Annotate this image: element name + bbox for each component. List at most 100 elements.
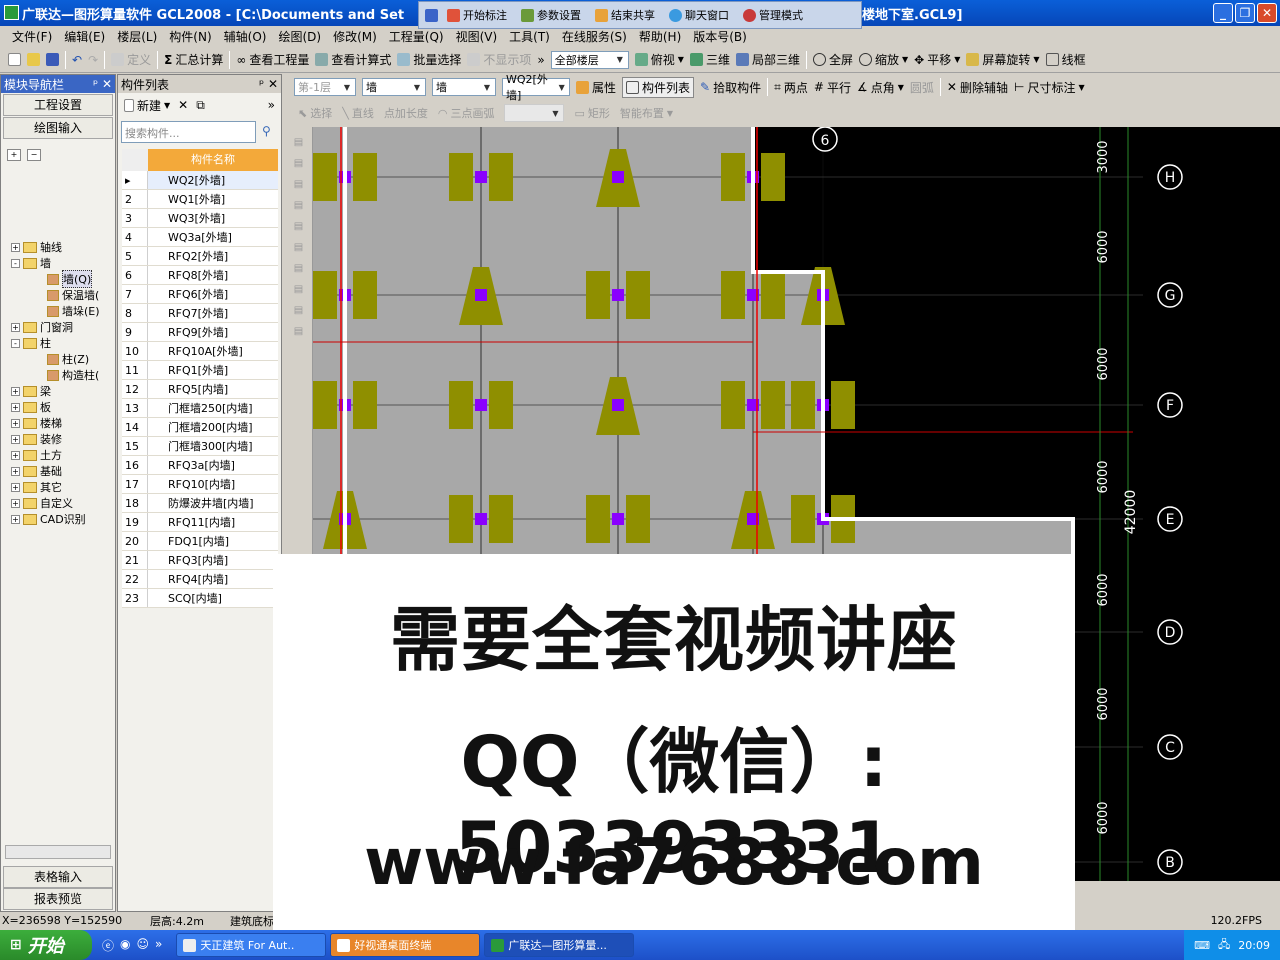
search-input[interactable]: 搜索构件...	[121, 121, 256, 143]
tree-item[interactable]: 墙(Q)	[1, 270, 115, 288]
tree-item[interactable]: + 轴线	[1, 239, 115, 255]
pin-close-icon[interactable]: ᵖ ✕	[259, 77, 278, 91]
clock[interactable]: 20:09	[1238, 939, 1270, 952]
pin-icon[interactable]	[425, 8, 438, 22]
line-tool-button[interactable]: ╲ 直线	[342, 105, 374, 121]
menu-item[interactable]: 辅轴(O)	[224, 28, 267, 45]
top-view-button[interactable]: 俯视 ▼	[634, 51, 684, 68]
search-icon[interactable]: ⚲	[262, 124, 271, 138]
tree-item[interactable]: -柱	[1, 335, 115, 351]
expand-icon[interactable]: +	[11, 386, 20, 396]
point-angle-button[interactable]: ∡ 点角 ▼	[857, 79, 904, 96]
media-icon[interactable]: ◉	[120, 937, 130, 954]
point-length-button[interactable]: 点加长度	[384, 105, 428, 121]
table-row[interactable]: 16 RFQ3a[内墙]	[122, 456, 278, 475]
pan-button[interactable]: ✥ 平移 ▼	[914, 51, 960, 68]
new-file-icon[interactable]	[8, 53, 21, 66]
pick-component-button[interactable]: ✎ 拾取构件	[700, 79, 761, 96]
local-3d-button[interactable]: 局部三维	[735, 51, 800, 68]
task-glodon[interactable]: 广联达—图形算量...	[484, 933, 635, 957]
expand-icon[interactable]: +	[11, 482, 20, 492]
layer-select[interactable]: 第-1层 ▼	[294, 78, 356, 96]
zoom-button[interactable]: 缩放 ▼	[858, 51, 908, 68]
menu-item[interactable]: 编辑(E)	[64, 28, 105, 45]
table-row[interactable]: 11 RFQ1[外墙]	[122, 361, 278, 380]
menu-item[interactable]: 工程量(Q)	[389, 28, 444, 45]
table-row[interactable]: 22 RFQ4[内墙]	[122, 570, 278, 589]
task-haoshitong[interactable]: 好视通桌面终端	[330, 933, 481, 957]
view-formula-button[interactable]: 查看计算式	[315, 51, 391, 68]
table-row[interactable]: 12 RFQ5[内墙]	[122, 380, 278, 399]
report-preview-button[interactable]: 报表预览	[3, 888, 113, 910]
component-select[interactable]: WQ2[外墙] ▼	[502, 73, 570, 102]
tree-item[interactable]: 柱(Z)	[1, 351, 115, 367]
table-row[interactable]: 9 RFQ9[外墙]	[122, 323, 278, 342]
table-row[interactable]: 18 防爆波井墙[内墙]	[122, 494, 278, 513]
two-point-button[interactable]: ⌗ 两点	[774, 79, 808, 96]
define-button[interactable]: 定义	[111, 51, 151, 68]
menu-item[interactable]: 修改(M)	[333, 28, 377, 45]
tree-item[interactable]: + 基础	[1, 463, 115, 479]
rotate-icon[interactable]: ▤	[294, 221, 303, 232]
minimize-button[interactable]: _	[1213, 3, 1233, 23]
tree-item[interactable]: + 梁	[1, 383, 115, 399]
tree-item[interactable]: 构造柱(	[1, 367, 115, 383]
expand-icon[interactable]: +	[11, 242, 20, 252]
menu-item[interactable]: 帮助(H)	[639, 28, 681, 45]
tree-item[interactable]: + 其它	[1, 479, 115, 495]
param-settings-button[interactable]: 参数设置	[516, 7, 586, 23]
tree-item[interactable]: -墙	[1, 255, 115, 271]
table-row[interactable]: 6 RFQ8[外墙]	[122, 266, 278, 285]
menu-item[interactable]: 在线服务(S)	[562, 28, 627, 45]
more-chevron-icon[interactable]: »	[268, 98, 275, 112]
type-select[interactable]: 墙 ▼	[362, 78, 426, 96]
tree-item[interactable]: + CAD识别	[1, 511, 115, 527]
keyboard-icon[interactable]: ⌨	[1194, 939, 1210, 952]
fullscreen-button[interactable]: 全屏	[812, 51, 853, 68]
rectangle-tool-button[interactable]: ▭ 矩形	[574, 105, 609, 121]
menu-item[interactable]: 视图(V)	[456, 28, 498, 45]
redo-icon[interactable]: ↷	[88, 53, 98, 67]
properties-button[interactable]: 属性	[576, 79, 616, 96]
table-row[interactable]: 14 门框墙200[内墙]	[122, 418, 278, 437]
task-tangent[interactable]: 天正建筑 For Aut..	[176, 933, 327, 957]
table-row[interactable]: 20 FDQ1[内墙]	[122, 532, 278, 551]
expand-all-icon[interactable]: +	[7, 149, 21, 161]
start-annotate-button[interactable]: 开始标注	[442, 7, 512, 23]
ie-icon[interactable]: ⓔ	[102, 937, 114, 954]
tree-item[interactable]: + 门窗洞	[1, 319, 115, 335]
table-row[interactable]: ▸ WQ2[外墙]	[122, 171, 278, 190]
table-row[interactable]: 2 WQ1[外墙]	[122, 190, 278, 209]
arc-button[interactable]: 圆弧	[910, 79, 934, 96]
expand-icon[interactable]: +	[11, 418, 20, 428]
table-row[interactable]: 8 RFQ7[外墙]	[122, 304, 278, 323]
tree-item[interactable]: + 楼梯	[1, 415, 115, 431]
tree-item[interactable]: + 自定义	[1, 495, 115, 511]
chat-window-button[interactable]: 聊天窗口	[664, 7, 734, 23]
menu-item[interactable]: 楼层(L)	[117, 28, 157, 45]
table-row[interactable]: 4 WQ3a[外墙]	[122, 228, 278, 247]
table-row[interactable]: 15 门框墙300[内墙]	[122, 437, 278, 456]
trim-icon[interactable]: ▤	[294, 263, 303, 274]
floor-select[interactable]: 全部楼层 ▼	[550, 50, 629, 69]
expand-icon[interactable]: »	[155, 937, 162, 954]
table-row[interactable]: 19 RFQ11[内墙]	[122, 513, 278, 532]
table-row[interactable]: 13 门框墙250[内墙]	[122, 399, 278, 418]
pencil-icon[interactable]: ▤	[294, 137, 303, 148]
close-button[interactable]: ✕	[1257, 3, 1277, 23]
break-icon[interactable]: ▤	[294, 284, 303, 295]
open-folder-icon[interactable]	[27, 53, 40, 66]
horizontal-scrollbar[interactable]	[5, 845, 111, 859]
three-point-arc-button[interactable]: ◠ 三点画弧	[438, 105, 495, 121]
collapse-icon[interactable]: -	[11, 338, 20, 348]
menu-item[interactable]: 绘图(D)	[278, 28, 321, 45]
expand-icon[interactable]: +	[11, 466, 20, 476]
qq-icon[interactable]: ☺	[137, 937, 150, 954]
more-chevron-icon[interactable]: »	[537, 53, 544, 67]
expand-icon[interactable]: +	[11, 322, 20, 332]
rotate-screen-button[interactable]: 屏幕旋转 ▼	[966, 51, 1040, 68]
tree-item[interactable]: 墙垛(E)	[1, 303, 115, 319]
parallel-button[interactable]: # 平行	[814, 79, 851, 96]
no-display-button[interactable]: 不显示项	[467, 51, 531, 68]
extend-icon[interactable]: ▤	[294, 242, 303, 253]
